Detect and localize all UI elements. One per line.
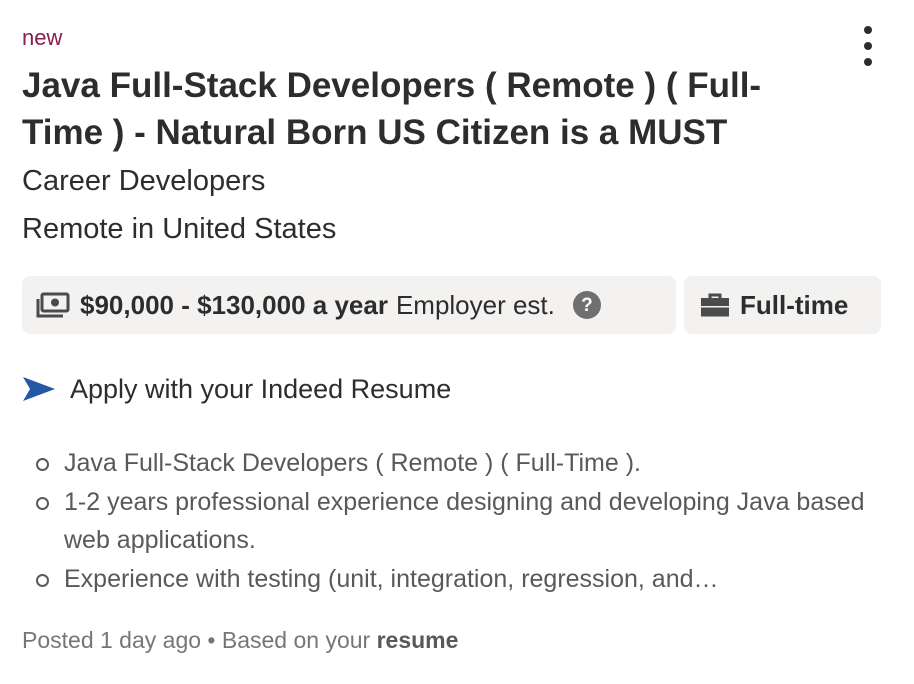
posting-meta: Posted 1 day ago • Based on your resume	[22, 624, 458, 656]
more-options-button[interactable]	[852, 26, 884, 66]
list-item: Experience with testing (unit, integrati…	[34, 560, 874, 599]
salary-estimate-label: Employer est.	[395, 289, 555, 320]
list-item: Java Full-Stack Developers ( Remote ) ( …	[34, 444, 874, 483]
based-on-text: Based on your	[221, 627, 371, 653]
company-name: Career Developers	[22, 165, 266, 197]
new-badge: new	[22, 25, 63, 50]
meta-separator: •	[207, 627, 216, 653]
briefcase-icon	[700, 293, 730, 317]
more-vertical-icon	[864, 26, 872, 34]
job-type-label: Full-time	[740, 289, 849, 320]
paper-plane-icon	[22, 376, 56, 402]
easy-apply-indicator: Apply with your Indeed Resume	[22, 370, 451, 408]
job-location: Remote in United States	[22, 213, 337, 245]
job-type-chip: Full-time	[684, 276, 881, 334]
based-on-resume: resume	[376, 627, 459, 653]
job-card[interactable]: new Java Full-Stack Developers ( Remote …	[0, 0, 914, 684]
more-vertical-icon	[864, 42, 872, 50]
job-title-link[interactable]: Java Full-Stack Developers ( Remote ) ( …	[22, 62, 842, 156]
salary-range: $90,000 - $130,000 a year	[80, 289, 388, 320]
job-snippet: Java Full-Stack Developers ( Remote ) ( …	[34, 444, 874, 598]
money-icon	[36, 292, 70, 318]
list-item: 1-2 years professional experience design…	[34, 483, 874, 560]
salary-chip: $90,000 - $130,000 a year Employer est. …	[22, 276, 676, 334]
more-vertical-icon	[864, 58, 872, 66]
posted-date: Posted 1 day ago	[22, 627, 202, 653]
apply-label: Apply with your Indeed Resume	[70, 373, 452, 404]
question-circle-icon[interactable]: ?	[572, 291, 601, 319]
